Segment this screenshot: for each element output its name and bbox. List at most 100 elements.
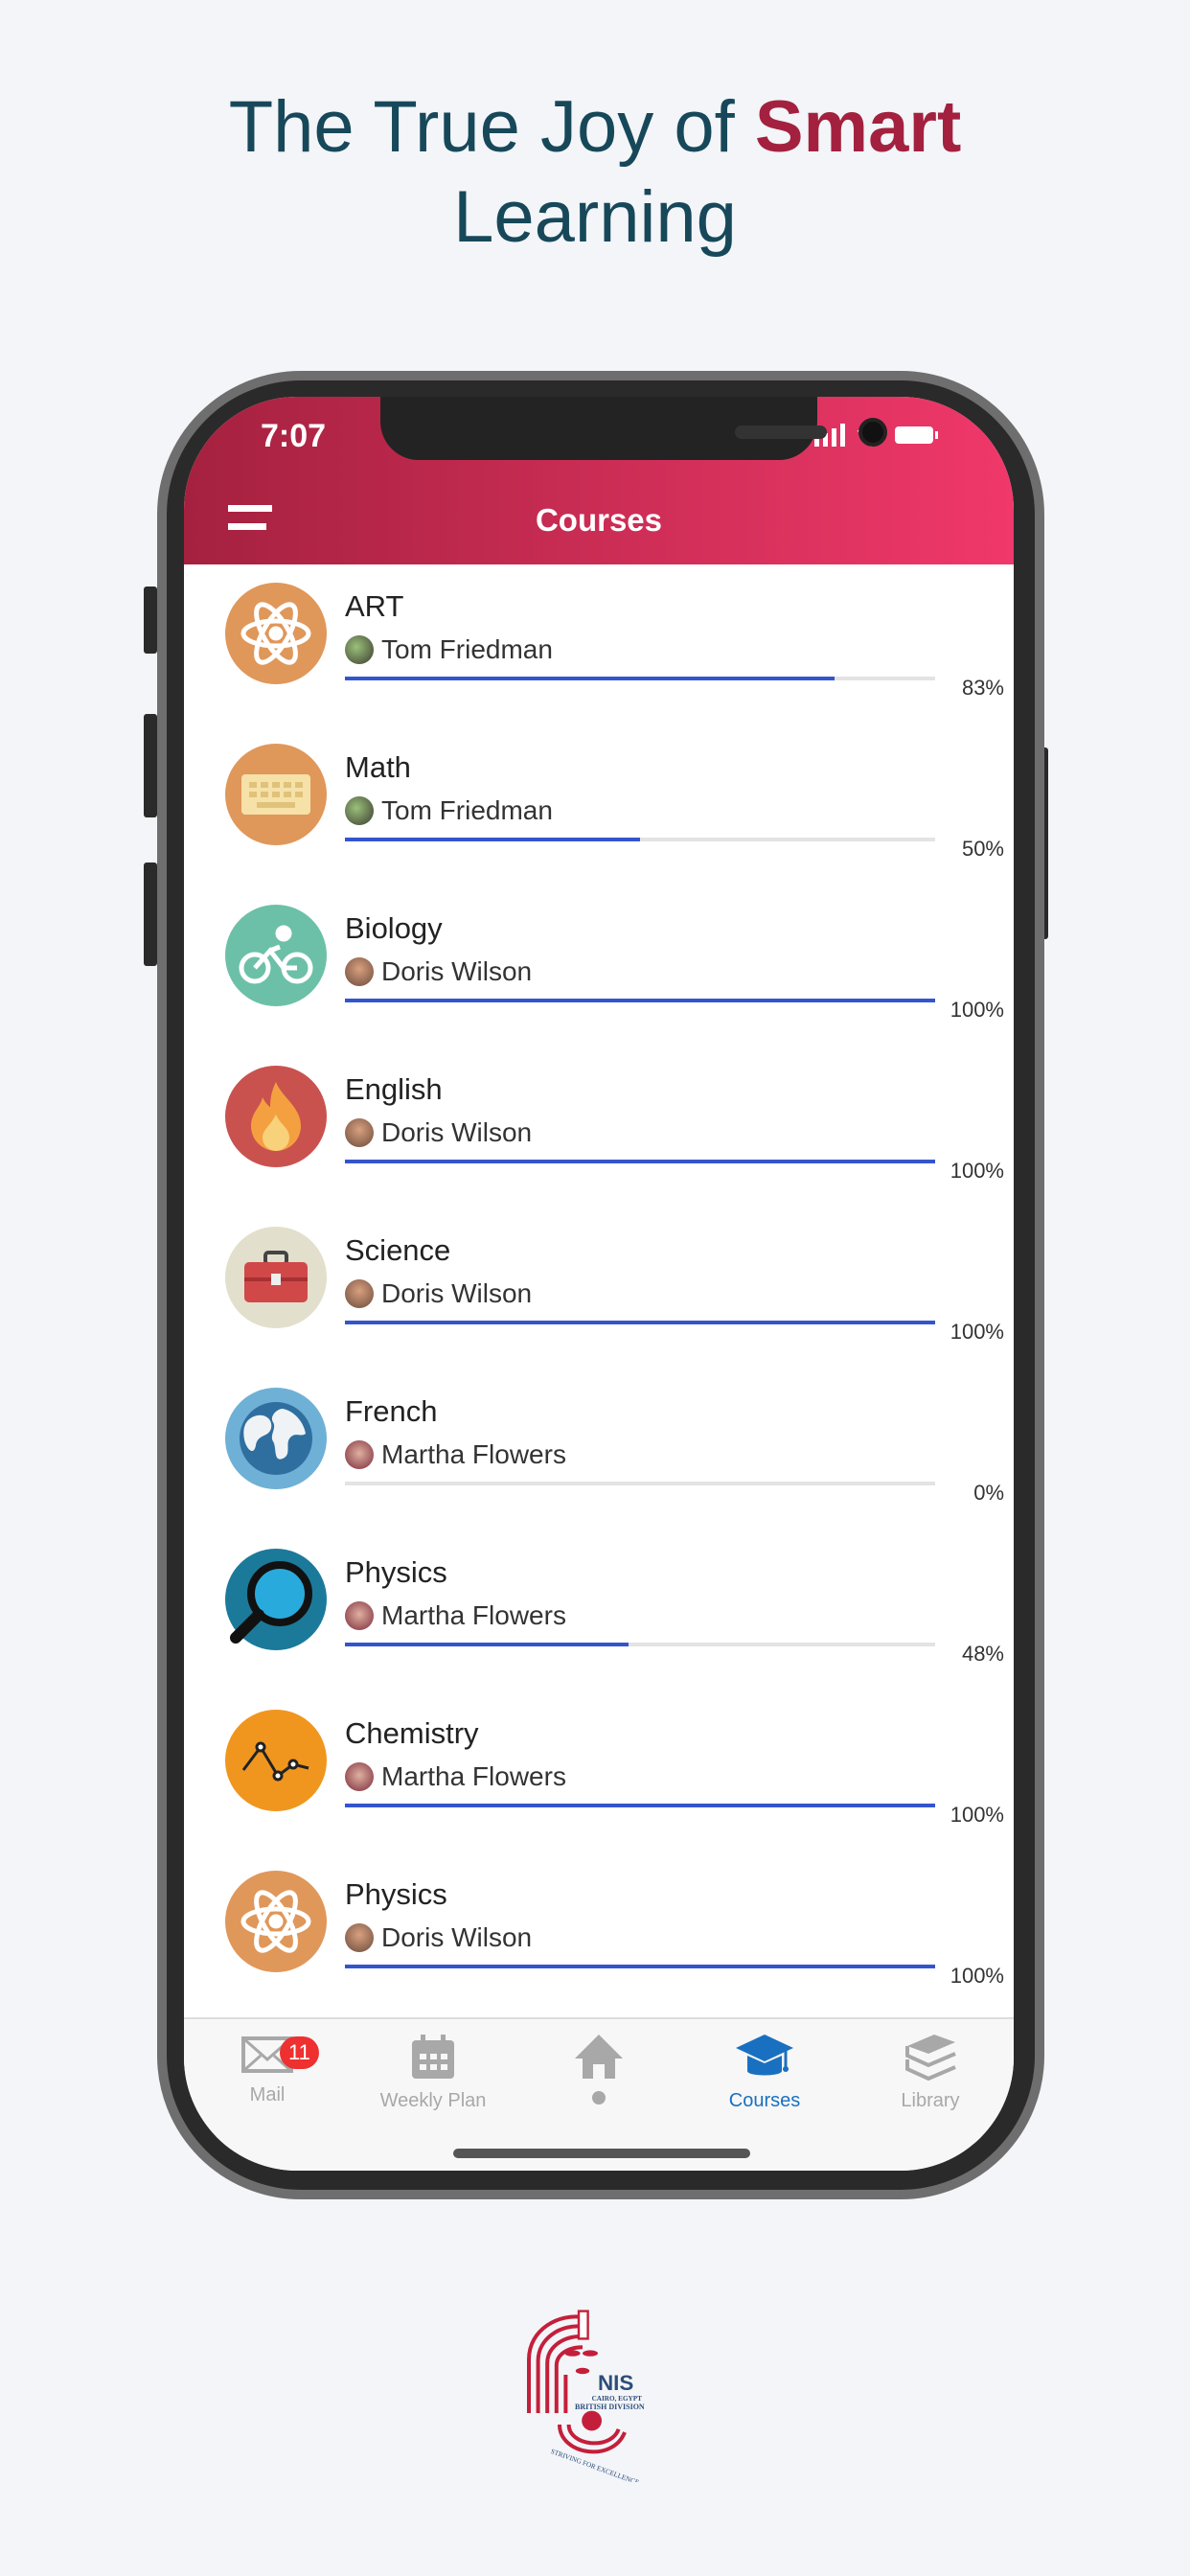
progress-percent: 100% — [950, 1159, 1004, 1183]
progress-percent: 100% — [950, 998, 1004, 1022]
teacher-avatar — [345, 1118, 374, 1147]
teacher-avatar — [345, 1279, 374, 1308]
atom-icon — [225, 583, 327, 684]
course-row[interactable]: Physics Martha Flowers 48% — [184, 1540, 1014, 1701]
home-icon — [575, 2035, 623, 2079]
headline: The True Joy of Smart Learning — [0, 82, 1190, 263]
page-title: Courses — [535, 502, 663, 538]
teacher-name: Martha Flowers — [381, 1439, 566, 1469]
progress-fill — [345, 999, 935, 1002]
teacher-name: Doris Wilson — [381, 1922, 533, 1952]
mail-badge: 11 — [280, 2036, 319, 2069]
progress-bar — [345, 999, 935, 1002]
course-row[interactable]: Physics Doris Wilson 100% — [184, 1862, 1014, 2023]
progress-fill — [345, 838, 640, 841]
course-row[interactable]: Math Tom Friedman 50% — [184, 735, 1014, 896]
tab-weekly-plan[interactable]: Weekly Plan — [352, 2033, 515, 2112]
tab-courses[interactable]: Courses — [683, 2033, 846, 2112]
status-time: 7:07 — [261, 418, 327, 454]
teacher-name: Tom Friedman — [381, 795, 553, 825]
course-name: French — [345, 1394, 438, 1428]
progress-fill — [345, 1643, 629, 1646]
course-row[interactable]: Chemistry Martha Flowers 100% — [184, 1701, 1014, 1862]
course-teacher: Doris Wilson — [345, 956, 532, 987]
progress-percent: 83% — [961, 676, 1004, 700]
course-name: ART — [345, 589, 404, 623]
course-teacher: Doris Wilson — [345, 1117, 532, 1148]
books-icon — [905, 2035, 956, 2081]
tab-library[interactable]: Library — [849, 2033, 1012, 2112]
course-row[interactable]: Biology Doris Wilson 100% — [184, 896, 1014, 1057]
teacher-name: Martha Flowers — [381, 1761, 566, 1791]
tab-mail[interactable]: 11 Mail — [186, 2033, 349, 2106]
toolbox-icon — [225, 1227, 327, 1328]
progress-fill — [345, 1804, 935, 1807]
progress-bar — [345, 1804, 935, 1807]
teacher-avatar — [345, 1762, 374, 1791]
teacher-name: Doris Wilson — [381, 1117, 533, 1147]
course-teacher: Doris Wilson — [345, 1922, 532, 1953]
progress-fill — [345, 1321, 935, 1324]
phone-notch — [380, 397, 887, 460]
course-teacher: Tom Friedman — [345, 795, 553, 826]
course-teacher: Martha Flowers — [345, 1439, 566, 1470]
progress-fill — [345, 1965, 935, 1968]
progress-bar — [345, 677, 935, 680]
course-teacher: Martha Flowers — [345, 1600, 566, 1631]
phone-volume-down — [144, 862, 157, 966]
atom-icon — [225, 1871, 327, 1972]
phone-mute-switch — [144, 586, 157, 654]
tab-label: Courses — [728, 2090, 801, 2111]
progress-bar — [345, 1160, 935, 1163]
headline-highlight: Smart — [754, 86, 962, 168]
course-name: Physics — [345, 1555, 447, 1589]
teacher-avatar — [345, 957, 374, 986]
progress-percent: 100% — [950, 1320, 1004, 1344]
tab-bar: 11 Mail Weekly Plan Courses Library — [184, 2017, 1014, 2171]
battery-icon — [895, 426, 938, 444]
logo-line1: CAIRO, EGYPT — [592, 2395, 643, 2403]
home-indicator[interactable] — [453, 2149, 750, 2158]
phone-screen: 7:07 Courses ART Tom Friedman 83% Math T… — [184, 397, 1014, 2171]
headline-line1: The True Joy of — [228, 86, 755, 168]
course-name: Science — [345, 1233, 451, 1267]
course-row[interactable]: English Doris Wilson 100% — [184, 1057, 1014, 1218]
progress-percent: 100% — [950, 1964, 1004, 1988]
line-chart-icon — [225, 1710, 327, 1811]
logo-line2: BRITISH DIVISION — [575, 2403, 645, 2411]
teacher-name: Tom Friedman — [381, 634, 553, 664]
nis-logo: NIS CAIRO, EGYPT BRITISH DIVISION STRIVI… — [527, 2310, 645, 2482]
progress-bar — [345, 1482, 935, 1485]
course-name: Physics — [345, 1877, 447, 1911]
phone-volume-up — [144, 714, 157, 817]
teacher-avatar — [345, 1440, 374, 1469]
tab-home[interactable] — [517, 2033, 680, 2105]
progress-bar — [345, 1643, 935, 1646]
progress-percent: 0% — [973, 1481, 1004, 1505]
course-name: Chemistry — [345, 1716, 479, 1750]
teacher-avatar — [345, 635, 374, 664]
course-row[interactable]: ART Tom Friedman 83% — [184, 574, 1014, 735]
course-teacher: Martha Flowers — [345, 1761, 566, 1792]
progress-percent: 48% — [961, 1642, 1004, 1666]
calendar-icon — [412, 2035, 454, 2079]
progress-bar — [345, 1321, 935, 1324]
graduation-cap-icon — [736, 2035, 793, 2076]
course-row[interactable]: French Martha Flowers 0% — [184, 1379, 1014, 1540]
course-teacher: Doris Wilson — [345, 1278, 532, 1309]
tab-label: Weekly Plan — [379, 2090, 487, 2111]
teacher-name: Doris Wilson — [381, 956, 533, 986]
progress-fill — [345, 677, 835, 680]
progress-percent: 100% — [950, 1803, 1004, 1827]
course-row[interactable]: Science Doris Wilson 100% — [184, 1218, 1014, 1379]
teacher-name: Martha Flowers — [381, 1600, 566, 1630]
keyboard-icon — [225, 744, 327, 845]
progress-bar — [345, 838, 935, 841]
tab-label: Library — [901, 2090, 960, 2111]
camera-icon — [858, 418, 887, 447]
headline-line2: Learning — [453, 176, 737, 258]
bicycle-icon — [225, 905, 327, 1006]
teacher-avatar — [345, 1601, 374, 1630]
progress-bar — [345, 1965, 935, 1968]
logo-name: NIS — [598, 2371, 633, 2395]
